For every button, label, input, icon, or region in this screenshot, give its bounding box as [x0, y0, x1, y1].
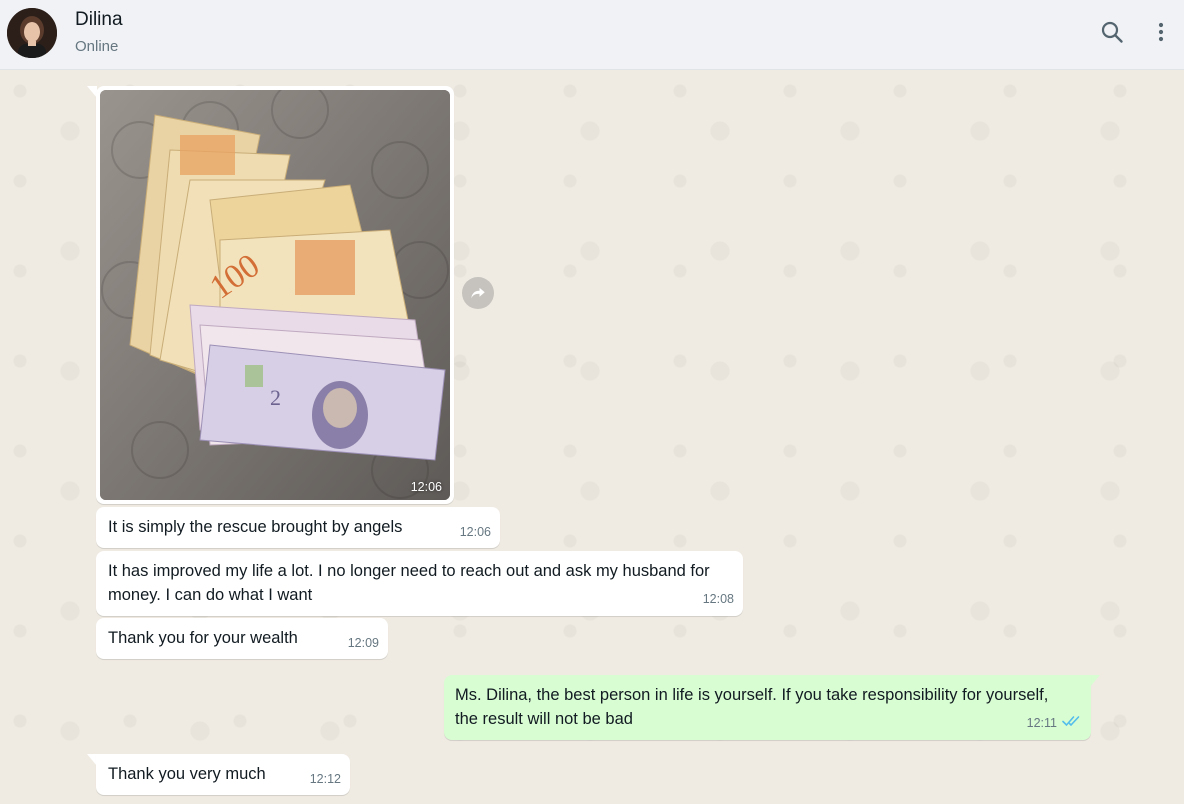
message-bubble-incoming[interactable]: It is simply the rescue brought by angel…: [96, 507, 500, 548]
message-time: 12:06: [410, 480, 442, 494]
message-time: 12:11: [1026, 716, 1057, 730]
message-time: 12:12: [309, 772, 341, 786]
message-time: 12:08: [702, 592, 734, 606]
message-bubble-incoming[interactable]: It has improved my life a lot. I no long…: [96, 551, 743, 616]
contact-status: Online: [75, 38, 119, 55]
message-text: Thank you for your wealth: [108, 629, 298, 647]
banknotes-photo[interactable]: 100 2 12:06: [100, 90, 450, 500]
message-bubble-incoming[interactable]: Thank you very much 12:12: [96, 754, 350, 795]
bubble-tail: [1090, 675, 1100, 687]
avatar[interactable]: [7, 8, 57, 58]
chat-header: Dilina Online: [0, 0, 1184, 70]
message-text: Thank you very much: [108, 765, 266, 783]
svg-text:2: 2: [270, 385, 281, 410]
message-text: It has improved my life a lot. I no long…: [108, 562, 710, 604]
double-check-read-icon: [1062, 710, 1082, 734]
message-time: 12:09: [347, 636, 379, 650]
message-text: It is simply the rescue brought by angel…: [108, 518, 403, 536]
message-bubble-incoming[interactable]: Thank you for your wealth 12:09: [96, 618, 388, 659]
contact-name[interactable]: Dilina: [75, 9, 123, 31]
search-icon[interactable]: [1098, 18, 1126, 46]
message-time: 12:06: [459, 525, 491, 539]
image-message[interactable]: 100 2 12:06: [96, 86, 454, 504]
menu-kebab-icon[interactable]: [1147, 18, 1175, 46]
message-text: Ms. Dilina, the best person in life is y…: [455, 686, 1049, 728]
forward-icon[interactable]: [462, 277, 494, 309]
message-bubble-outgoing[interactable]: Ms. Dilina, the best person in life is y…: [444, 675, 1091, 740]
